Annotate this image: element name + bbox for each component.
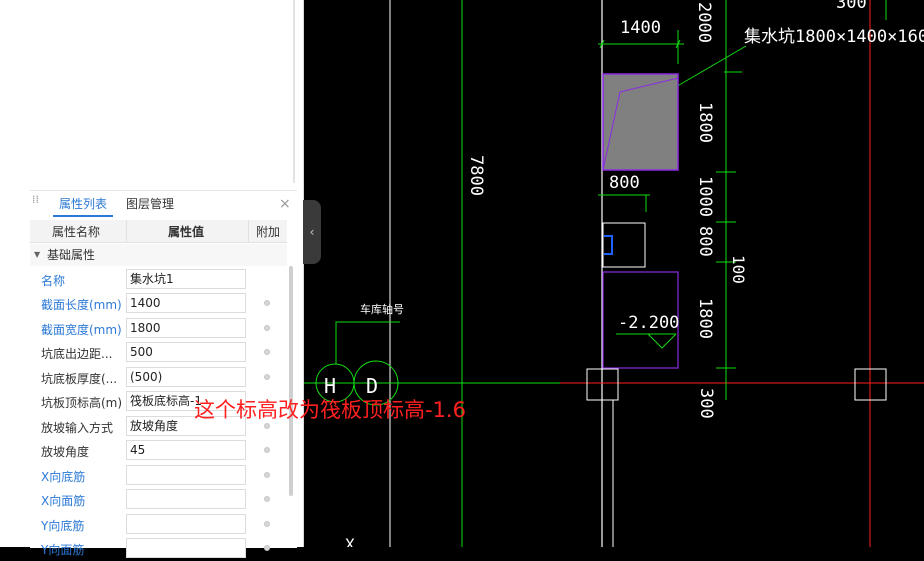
extra-checkbox[interactable] [264,545,270,551]
property-value-input[interactable]: 45 [126,440,246,460]
property-row: 名称 集水坑1 [30,268,287,292]
elevation-marker [647,333,677,349]
group-label: 基础属性 [47,248,96,262]
column-separator [126,220,127,242]
cad-canvas[interactable]: 1400 集水坑1800×1400×1600 2000 300 1800 100… [304,0,924,547]
extra-checkbox[interactable] [264,447,270,453]
property-value-input[interactable]: 1400 [126,293,246,313]
group-basic-properties[interactable]: ▼ 基础属性 [30,244,287,266]
drag-grip-icon[interactable]: ⁞⁞ [32,194,40,212]
column-header-value: 属性值 [168,225,205,239]
blue-bracket [604,235,613,255]
column-header-extra: 附加 [256,225,281,239]
annotation-text: 这个标高改为筏板顶标高-1.6 [194,398,466,422]
property-value-input[interactable]: 500 [126,342,246,362]
property-name: 放坡角度 [41,445,90,459]
property-row: X向面筋 [30,488,287,512]
property-row: Y向面筋 [30,537,287,561]
property-row: Y向底筋 [30,513,287,537]
dim-text-7800: 7800 [466,155,486,196]
property-value-input[interactable] [126,489,246,509]
dim-text-300: 300 [696,388,716,419]
property-name: X向面筋 [41,494,86,508]
dim-text-pit-size: 集水坑1800×1400×1600 [744,27,924,47]
dim-text-800: 800 [609,173,640,193]
dim-text-300-top: 300 [836,0,867,13]
extra-checkbox[interactable] [264,521,270,527]
axis-label-text: 车库轴号 [360,302,404,316]
property-name: 截面长度(mm) [41,298,122,312]
property-value-input[interactable] [126,465,246,485]
property-row: 坑底板厚度(... (500) [30,366,287,390]
property-value-input[interactable] [126,538,246,558]
extra-checkbox[interactable] [264,300,270,306]
dim-text-2000: 2000 [694,2,714,43]
property-name: 截面宽度(mm) [41,323,122,337]
collapse-arrow-icon[interactable]: ▼ [34,244,40,266]
column-separator [248,220,249,242]
property-name: 坑底板厚度(... [41,372,118,386]
property-name: 放坡输入方式 [41,421,114,435]
property-name: 坑板顶标高(m) [41,396,123,410]
tab-layer-management[interactable]: 图层管理 [120,193,180,217]
axis-text-x: X [345,535,355,547]
dim-text-1000: 1000 [695,176,715,217]
property-name: X向底筋 [41,470,86,484]
dim-text-800v: 800 [695,226,715,257]
vertical-scrollbar[interactable] [289,266,293,496]
column-header-name: 属性名称 [52,225,101,239]
dim-text-1800b: 1800 [695,298,715,339]
property-value-input[interactable]: (500) [126,367,246,387]
property-name: 名称 [41,274,66,288]
property-name: Y向底筋 [41,519,85,533]
property-value-input[interactable]: 集水坑1 [126,269,246,289]
close-icon[interactable]: × [279,196,291,212]
grid-header: 属性名称 属性值 附加 [30,220,287,243]
property-value-input[interactable] [126,514,246,534]
property-row: 放坡角度 45 [30,439,287,463]
extra-checkbox[interactable] [264,472,270,478]
dim-text-1400: 1400 [620,18,661,38]
extra-checkbox[interactable] [264,496,270,502]
property-name: 坑底出边距... [41,347,113,361]
property-row: 坑底出边距... 500 [30,341,287,365]
property-row: 截面长度(mm) 1400 [30,292,287,316]
extra-checkbox[interactable] [264,325,270,331]
extra-checkbox[interactable] [264,374,270,380]
dim-text-1800a: 1800 [695,102,715,143]
property-name: Y向面筋 [41,543,85,557]
elevation-text: -2.200 [618,313,679,333]
extra-checkbox[interactable] [264,349,270,355]
dim-text-100: 100 [729,255,748,284]
panel-divider [293,0,295,183]
property-row: 截面宽度(mm) 1800 [30,317,287,341]
property-row: X向底筋 [30,464,287,488]
small-rectangle[interactable] [602,222,646,268]
tab-property-list[interactable]: 属性列表 [53,193,114,217]
property-value-input[interactable]: 1800 [126,318,246,338]
pit-rectangle[interactable] [602,73,679,171]
